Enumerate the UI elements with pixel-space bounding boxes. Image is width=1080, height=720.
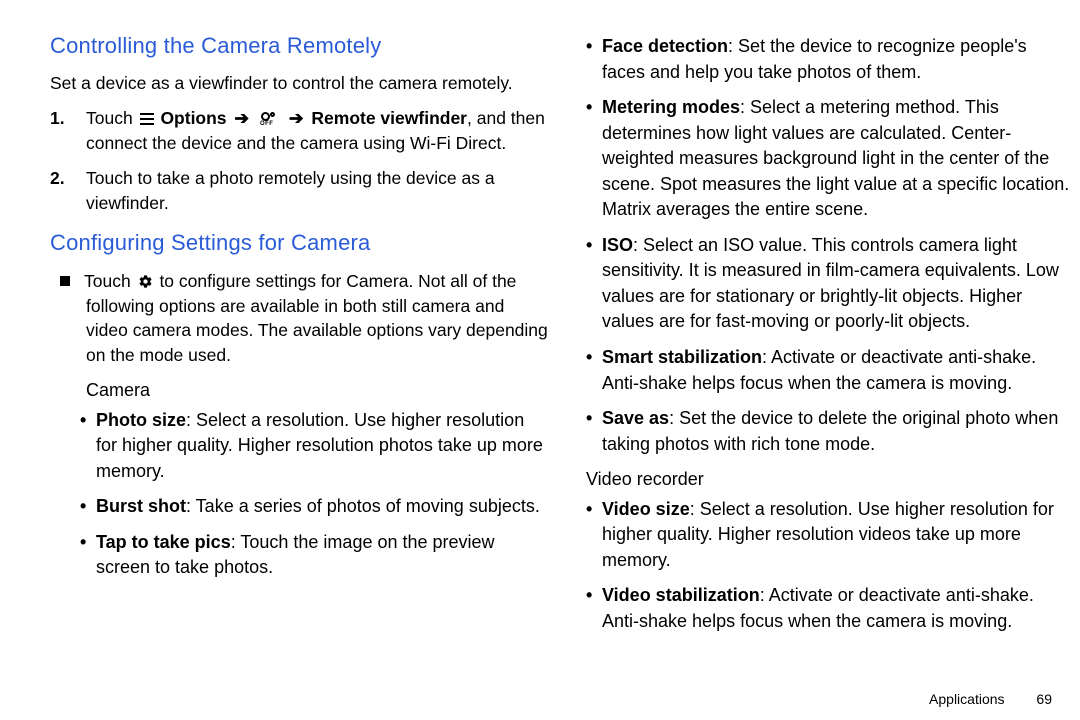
iso-label: ISO [602,235,633,255]
footer-page-number: 69 [1036,691,1052,707]
option-photo-size: Photo size: Select a resolution. Use hig… [96,408,548,485]
manual-page: Controlling the Camera Remotely Set a de… [0,0,1080,720]
arrow-icon: ➔ [234,108,249,128]
camera-subheading: Camera [86,378,548,404]
step-1-text-a: Touch [86,108,138,128]
option-video-size: Video size: Select a resolution. Use hig… [602,497,1070,574]
footer-section: Applications [929,691,1005,707]
option-smart-stabilization: Smart stabilization: Activate or deactiv… [602,345,1070,396]
meter-label: Metering modes [602,97,740,117]
camera-options-list-cont: Face detection: Set the device to recogn… [572,34,1070,457]
video-options-list: Video size: Select a resolution. Use hig… [572,497,1070,635]
option-video-stabilization: Video stabilization: Activate or deactiv… [602,583,1070,634]
option-tap-to-take: Tap to take pics: Touch the image on the… [96,530,548,581]
photo-size-label: Photo size [96,410,186,430]
burst-text: : Take a series of photos of moving subj… [186,496,540,516]
arrow-icon: ➔ [289,108,304,128]
page-footer: Applications 69 [929,690,1052,710]
step-2-text: Touch to take a photo remotely using the… [86,168,495,213]
steps-list: 1. Touch Options ➔ OFF ➔ Remote viewfind… [50,106,548,215]
stab-label: Smart stabilization [602,347,762,367]
step-1-remote: Remote viewfinder [311,108,467,128]
step-1-options: Options [160,108,226,128]
heading-controlling-camera: Controlling the Camera Remotely [50,30,548,61]
gear-icon [138,274,153,289]
option-burst-shot: Burst shot: Take a series of photos of m… [96,494,548,520]
configure-text-a: Touch [84,271,136,291]
vstab-label: Video stabilization [602,585,760,605]
heading-configuring-settings: Configuring Settings for Camera [50,227,548,258]
square-bullet-icon [60,276,70,286]
left-column: Controlling the Camera Remotely Set a de… [50,30,566,710]
option-metering-modes: Metering modes: Select a metering method… [602,95,1070,223]
step-2: 2. Touch to take a photo remotely using … [86,166,548,216]
tap-label: Tap to take pics [96,532,231,552]
vsize-label: Video size [602,499,690,519]
configure-block: Touch to configure settings for Camera. … [50,269,548,368]
camera-options-list: Photo size: Select a resolution. Use hig… [50,408,548,581]
remote-off-icon: OFF [260,112,278,126]
video-subheading: Video recorder [586,467,1070,493]
save-label: Save as [602,408,669,428]
step-1-number: 1. [50,106,65,131]
option-iso: ISO: Select an ISO value. This controls … [602,233,1070,335]
option-face-detection: Face detection: Set the device to recogn… [602,34,1070,85]
save-text: : Set the device to delete the original … [602,408,1058,454]
step-1: 1. Touch Options ➔ OFF ➔ Remote viewfind… [86,106,548,156]
intro-text: Set a device as a viewfinder to control … [50,71,548,96]
option-save-as: Save as: Set the device to delete the or… [602,406,1070,457]
step-2-number: 2. [50,166,65,191]
burst-label: Burst shot [96,496,186,516]
right-column: Face detection: Set the device to recogn… [566,30,1070,710]
iso-text: : Select an ISO value. This controls cam… [602,235,1059,332]
menu-icon [140,113,154,125]
face-label: Face detection [602,36,728,56]
configure-text-b: to configure settings for Camera. Not al… [86,271,548,366]
